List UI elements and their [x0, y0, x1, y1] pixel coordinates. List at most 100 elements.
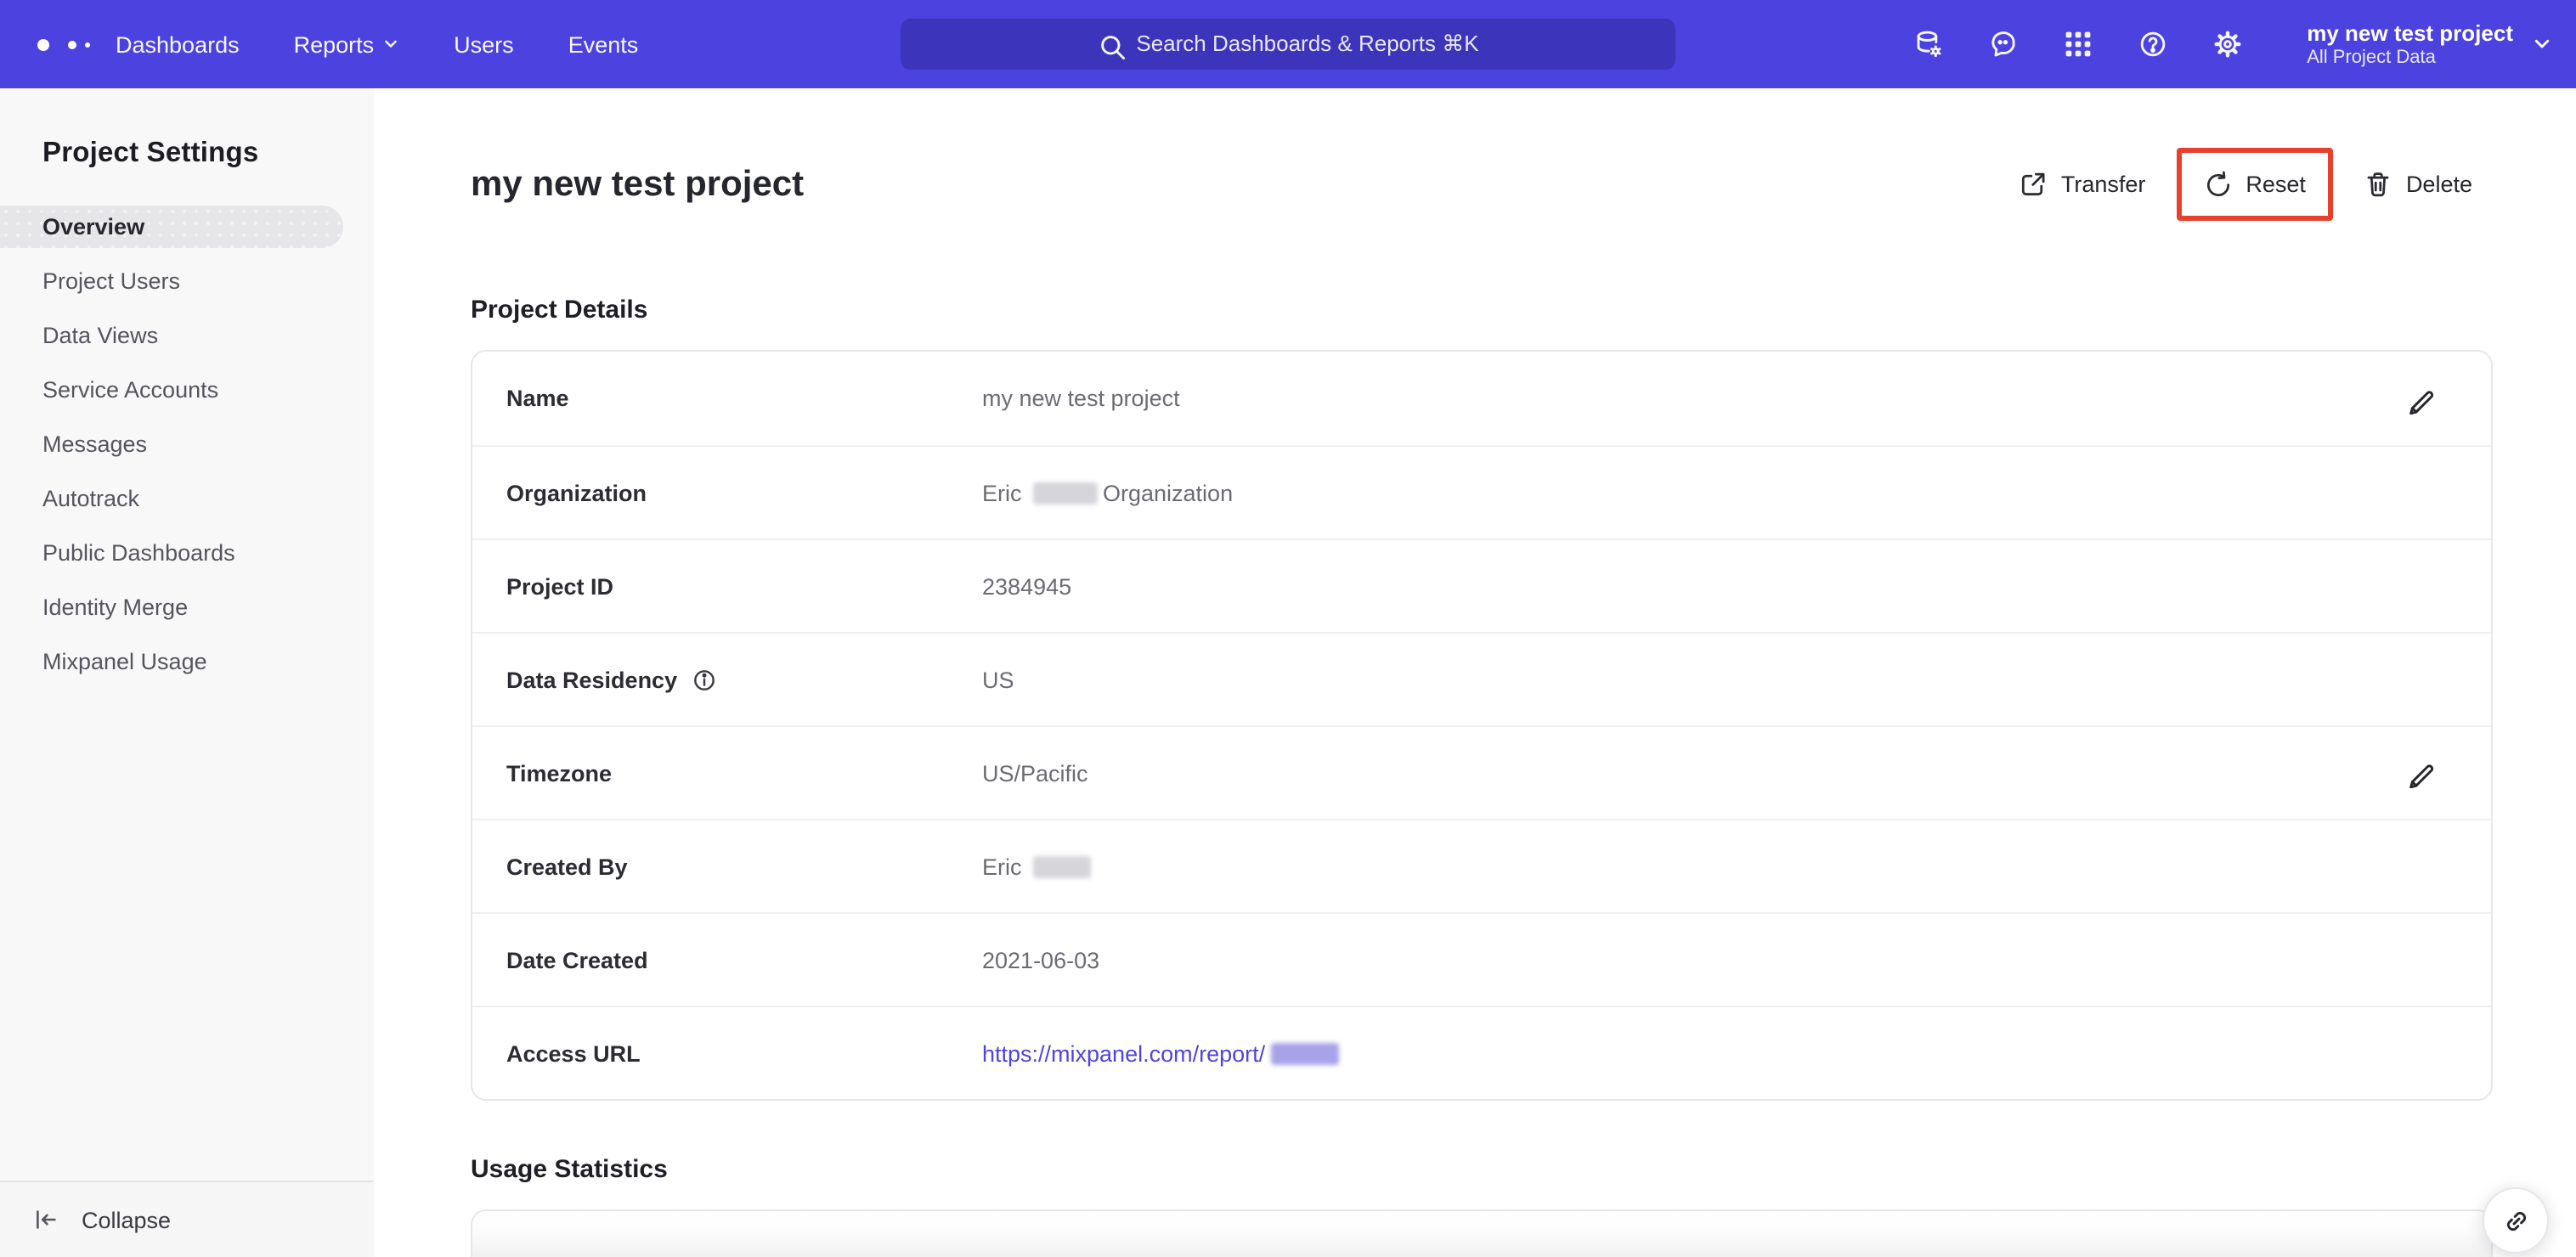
mixpanel-project-settings-page: Dashboards Reports Users Events Search Dash… — [0, 0, 2576, 1257]
detail-label-text: Name — [506, 386, 569, 411]
edit-pencil-icon[interactable] — [2406, 758, 2437, 788]
settings-gear-icon[interactable] — [2212, 29, 2242, 59]
sidebar-item-data-views[interactable]: Data Views — [0, 314, 374, 357]
detail-value-access-url: https://mixpanel.com/report/ — [982, 1040, 2437, 1066]
detail-value-date-created: 2021-06-03 — [982, 947, 2437, 972]
data-management-icon[interactable] — [1912, 29, 1943, 59]
sidebar-item-label: Overview — [42, 214, 145, 240]
logo-dot-small — [85, 42, 90, 47]
reset-button-label: Reset — [2246, 172, 2306, 197]
top-nav: Dashboards Reports Users Events Search Dash… — [0, 0, 2576, 88]
detail-row-date-created: Date Created 2021-06-03 — [472, 912, 2491, 1006]
nav-item-label: Dashboards — [116, 31, 240, 57]
nav-item-events[interactable]: Events — [568, 31, 639, 57]
transfer-button-label: Transfer — [2060, 172, 2146, 197]
sidebar-item-label: Project Users — [42, 268, 181, 294]
info-icon[interactable] — [691, 667, 716, 692]
apps-grid-icon[interactable] — [2062, 29, 2093, 59]
delete-button-label: Delete — [2405, 172, 2472, 197]
redacted-text — [1033, 855, 1091, 877]
collapse-label: Collapse — [82, 1207, 172, 1232]
detail-label-text: Data Residency — [506, 667, 678, 692]
help-icon[interactable] — [2137, 29, 2167, 59]
sidebar-items: Overview Project Users Data Views Service A… — [0, 206, 374, 683]
project-switcher[interactable]: my new test project All Project Data — [2307, 20, 2552, 69]
detail-label-project-id: Project ID — [506, 573, 982, 599]
page-header: my new test project Transfer Reset Delete — [471, 148, 2493, 221]
project-details-card: Name my new test project Organization Eric … — [471, 350, 2493, 1101]
detail-value-text: Organization — [1103, 480, 1234, 505]
detail-label-access-url: Access URL — [506, 1040, 982, 1066]
detail-label-date-created: Date Created — [506, 947, 982, 972]
reset-button[interactable]: Reset — [2176, 148, 2333, 221]
usage-statistics-card — [471, 1209, 2493, 1257]
mixpanel-logo[interactable] — [37, 38, 90, 50]
usage-statistics-heading: Usage Statistics — [471, 1155, 668, 1184]
primary-nav-items: Dashboards Reports Users Events — [116, 31, 638, 57]
search-input[interactable]: Search Dashboards & Reports ⌘K — [901, 19, 1675, 70]
delete-button[interactable]: Delete — [2364, 170, 2472, 199]
sidebar-item-mixpanel-usage[interactable]: Mixpanel Usage — [0, 640, 374, 683]
detail-row-project-id: Project ID 2384945 — [472, 538, 2491, 632]
project-actions: Transfer Reset Delete — [2019, 148, 2472, 221]
detail-label-text: Created By — [506, 854, 628, 879]
detail-label-text: Date Created — [506, 947, 648, 972]
sidebar-item-label: Data Views — [42, 323, 159, 348]
detail-value-text: Eric — [982, 854, 1028, 879]
detail-label-text: Organization — [506, 480, 647, 505]
detail-label-organization: Organization — [506, 480, 982, 505]
main-content: my new test project Transfer Reset Delete … — [374, 88, 2576, 1257]
sidebar-item-label: Service Accounts — [42, 377, 219, 403]
nav-item-reports[interactable]: Reports — [294, 31, 400, 57]
project-details-heading: Project Details — [471, 296, 648, 324]
redacted-text — [1270, 1042, 1339, 1064]
copy-link-button[interactable] — [2483, 1187, 2549, 1254]
current-project-scope: All Project Data — [2307, 47, 2436, 67]
chevron-down-icon — [2532, 34, 2552, 54]
sidebar-item-label: Autotrack — [42, 486, 140, 511]
detail-row-data-residency: Data Residency US — [472, 632, 2491, 725]
detail-value-text: my new test project — [982, 386, 1180, 411]
sidebar-item-project-users[interactable]: Project Users — [0, 260, 374, 302]
nav-item-users[interactable]: Users — [454, 31, 514, 57]
search-icon — [1097, 32, 1125, 60]
sidebar-item-autotrack[interactable]: Autotrack — [0, 477, 374, 520]
detail-value-text: Eric — [982, 480, 1028, 505]
sidebar-item-service-accounts[interactable]: Service Accounts — [0, 369, 374, 411]
detail-value-timezone: US/Pacific — [982, 760, 2406, 786]
sidebar-item-label: Mixpanel Usage — [42, 649, 207, 674]
detail-value-text: 2384945 — [982, 573, 1072, 599]
access-url-link[interactable]: https://mixpanel.com/report/ — [982, 1040, 1265, 1066]
sidebar-item-identity-merge[interactable]: Identity Merge — [0, 586, 374, 628]
nav-item-dashboards[interactable]: Dashboards — [116, 31, 240, 57]
collapse-sidebar-button[interactable]: Collapse — [0, 1181, 374, 1257]
feedback-icon[interactable] — [1987, 29, 2018, 59]
detail-label-text: Project ID — [506, 573, 614, 599]
sidebar-item-public-dashboards[interactable]: Public Dashboards — [0, 532, 374, 574]
chevron-down-icon — [382, 36, 399, 53]
edit-pencil-icon[interactable] — [2406, 383, 2437, 414]
sidebar-item-overview[interactable]: Overview — [0, 206, 343, 248]
settings-sidebar: Project Settings Overview Project Users Da… — [0, 88, 374, 1257]
detail-row-name: Name my new test project — [472, 352, 2491, 445]
logo-dot-large — [37, 38, 49, 50]
detail-label-text: Access URL — [506, 1040, 641, 1066]
detail-value-created-by: Eric — [982, 854, 2437, 879]
detail-value-name: my new test project — [982, 386, 2406, 411]
detail-value-organization: Eric Organization — [982, 480, 2437, 505]
nav-item-label: Users — [454, 31, 514, 57]
transfer-button[interactable]: Transfer — [2019, 170, 2146, 199]
link-icon — [2500, 1205, 2531, 1236]
sidebar-item-messages[interactable]: Messages — [0, 423, 374, 465]
logo-dot-medium — [68, 40, 76, 48]
detail-row-organization: Organization Eric Organization — [472, 445, 2491, 538]
detail-value-text: 2021-06-03 — [982, 947, 1100, 972]
search-placeholder: Search Dashboards & Reports ⌘K — [1136, 31, 1479, 56]
detail-value-project-id: 2384945 — [982, 573, 2437, 599]
sidebar-item-label: Messages — [42, 431, 148, 457]
redacted-text — [1033, 482, 1098, 504]
sidebar-title: Project Settings — [42, 138, 259, 168]
detail-value-data-residency: US — [982, 667, 2437, 692]
collapse-icon — [32, 1206, 59, 1233]
nav-right-cluster: my new test project All Project Data — [1912, 0, 2552, 88]
